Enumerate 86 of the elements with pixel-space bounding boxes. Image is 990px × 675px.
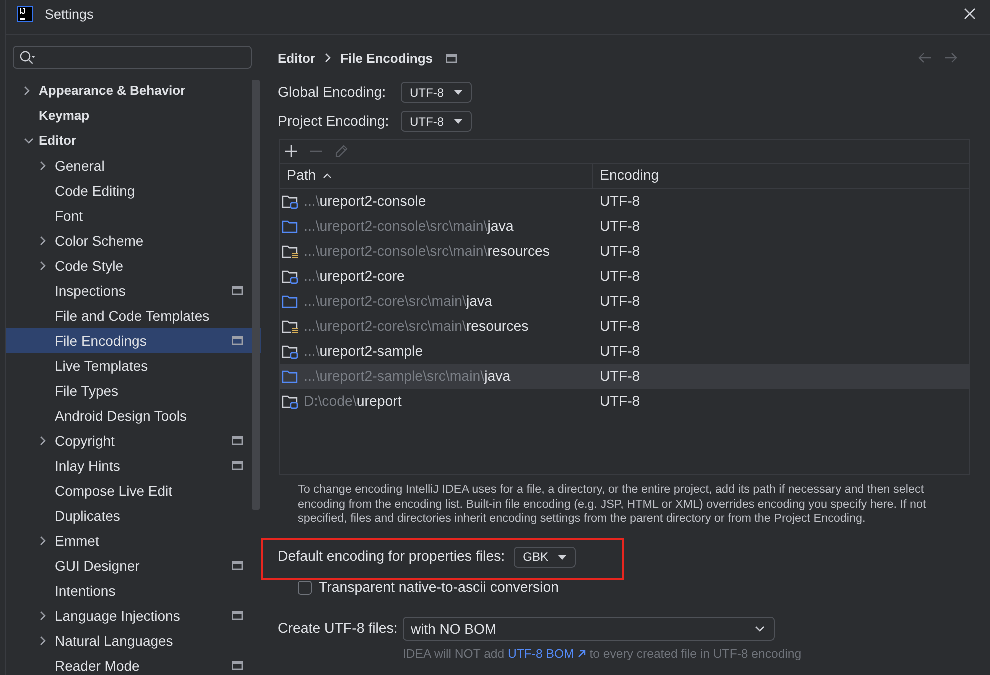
bom-dropdown[interactable]: with NO BOM: [403, 616, 775, 640]
field-label: Global Encoding:: [278, 84, 388, 100]
tree-item[interactable]: Copyright: [6, 428, 261, 453]
tree-item[interactable]: Reader Mode: [6, 653, 261, 675]
tree-item[interactable]: File Encodings: [6, 328, 261, 353]
table-row[interactable]: ...\ureport2-core\src\main\resources UTF-8: [280, 314, 969, 339]
tree-item[interactable]: General: [6, 153, 261, 178]
table-row[interactable]: ...\ureport2-sample\src\main\java UTF-8: [280, 364, 969, 389]
window-title: Settings: [45, 6, 94, 22]
add-button[interactable]: [285, 145, 298, 158]
tree-item[interactable]: Color Scheme: [6, 228, 261, 253]
checkbox[interactable]: [298, 580, 312, 594]
pencil-icon: [335, 145, 348, 158]
encoding-dropdown[interactable]: GBK: [514, 546, 576, 568]
tree-item[interactable]: Android Design Tools: [6, 403, 261, 428]
hint-text: IDEA will NOT add UTF-8 BOM to every created file in UTF-8 encoding: [403, 646, 803, 660]
table-row[interactable]: ...\ureport2-core\src\main\java UTF-8: [280, 289, 969, 314]
table-row[interactable]: D:\code\ureport UTF-8: [280, 389, 969, 414]
caret-down-icon: [454, 90, 463, 95]
tree-item[interactable]: Editor: [6, 128, 261, 153]
arrow-right-icon: [944, 52, 958, 64]
tree-item[interactable]: Language Injections: [6, 603, 261, 628]
search-icon: [20, 50, 36, 64]
encoding-dropdown[interactable]: UTF-8: [401, 82, 472, 103]
encoding-text: UTF-8: [600, 194, 640, 210]
scrollbar[interactable]: [252, 80, 260, 510]
table-row[interactable]: ...\ureport2-console\src\main\resources UTF-8: [280, 239, 969, 264]
tree-item[interactable]: Duplicates: [6, 503, 261, 528]
path-text: D:\code\ureport: [304, 394, 402, 410]
app-logo: IJ: [17, 6, 33, 22]
checkbox-label: Transparent native-to-ascii conversion: [319, 580, 559, 596]
tree-item[interactable]: Natural Languages: [6, 628, 261, 653]
path-text: ...\ureport2-core\src\main\resources: [304, 318, 529, 334]
table-row[interactable]: ...\ureport2-console\src\main\java UTF-8: [280, 214, 969, 239]
path-text: ...\ureport2-console: [304, 194, 426, 210]
encoding-dropdown[interactable]: UTF-8: [401, 111, 472, 132]
close-icon: [964, 8, 976, 20]
encoding-text: UTF-8: [600, 368, 640, 384]
help-text: To change encoding IntelliJ IDEA uses for a file, a directory, or the entire project, add its path if necessary and then select encoding from the encoding list. Built-in file encoding (e.g. JSP, HTML or XML) overrides encoding you specify here. If not specified, files and directories inherit encoding settings from the parent directory or from the Project Encoding.: [298, 483, 928, 526]
encoding-text: UTF-8: [600, 244, 640, 260]
tree-item[interactable]: Live Templates: [6, 353, 261, 378]
breadcrumb-item[interactable]: Editor: [278, 50, 316, 66]
encoding-text: UTF-8: [600, 344, 640, 360]
caret-down-icon: [558, 554, 568, 560]
path-text: ...\ureport2-console\src\main\resources: [304, 244, 550, 260]
table-row[interactable]: ...\ureport2-console UTF-8: [280, 189, 969, 214]
encoding-text: UTF-8: [600, 294, 640, 310]
arrow-left-icon: [918, 52, 932, 64]
tree-item[interactable]: File and Code Templates: [6, 303, 261, 328]
tree-item[interactable]: Code Editing: [6, 178, 261, 203]
plus-icon: [285, 145, 298, 158]
tree-item[interactable]: Emmet: [6, 528, 261, 553]
encoding-text: UTF-8: [600, 394, 640, 410]
tree-item[interactable]: Compose Live Edit: [6, 478, 261, 503]
table-row[interactable]: ...\ureport2-core UTF-8: [280, 264, 969, 289]
encoding-text: UTF-8: [600, 218, 640, 234]
search-field[interactable]: [13, 46, 252, 69]
tree-item[interactable]: Appearance & Behavior: [6, 78, 261, 103]
tree-item[interactable]: File Types: [6, 378, 261, 403]
tree-item[interactable]: Code Style: [6, 253, 261, 278]
encoding-text: UTF-8: [600, 268, 640, 284]
table-row[interactable]: ...\ureport2-sample UTF-8: [280, 339, 969, 364]
path-text: ...\ureport2-console\src\main\java: [304, 218, 514, 234]
caret-down-icon: [454, 119, 463, 124]
tree-item[interactable]: Intentions: [6, 578, 261, 603]
path-text: ...\ureport2-core\src\main\java: [304, 294, 492, 310]
tree-item[interactable]: GUI Designer: [6, 553, 261, 578]
field-label: Project Encoding:: [278, 114, 390, 130]
tree-item[interactable]: Inspections: [6, 278, 261, 303]
tree-item[interactable]: Font: [6, 203, 261, 228]
column-header[interactable]: Encoding: [593, 164, 969, 188]
bom-link[interactable]: UTF-8 BOM: [508, 646, 586, 660]
close-button[interactable]: [964, 8, 976, 20]
path-text: ...\ureport2-sample: [304, 344, 424, 360]
chevron-right-icon: [324, 53, 331, 63]
field-label: Default encoding for properties files:: [278, 549, 506, 565]
breadcrumb-item: File Encodings: [340, 50, 434, 66]
field-label: Create UTF-8 files:: [278, 620, 399, 636]
column-header[interactable]: Path: [280, 164, 593, 188]
path-text: ...\ureport2-core: [304, 268, 405, 284]
external-link-icon: [578, 650, 586, 658]
path-text: ...\ureport2-sample\src\main\java: [304, 368, 511, 384]
chevron-down-icon: [755, 626, 765, 632]
tree-item[interactable]: Inlay Hints: [6, 453, 261, 478]
tree-item[interactable]: Keymap: [6, 103, 261, 128]
encoding-text: UTF-8: [600, 318, 640, 334]
